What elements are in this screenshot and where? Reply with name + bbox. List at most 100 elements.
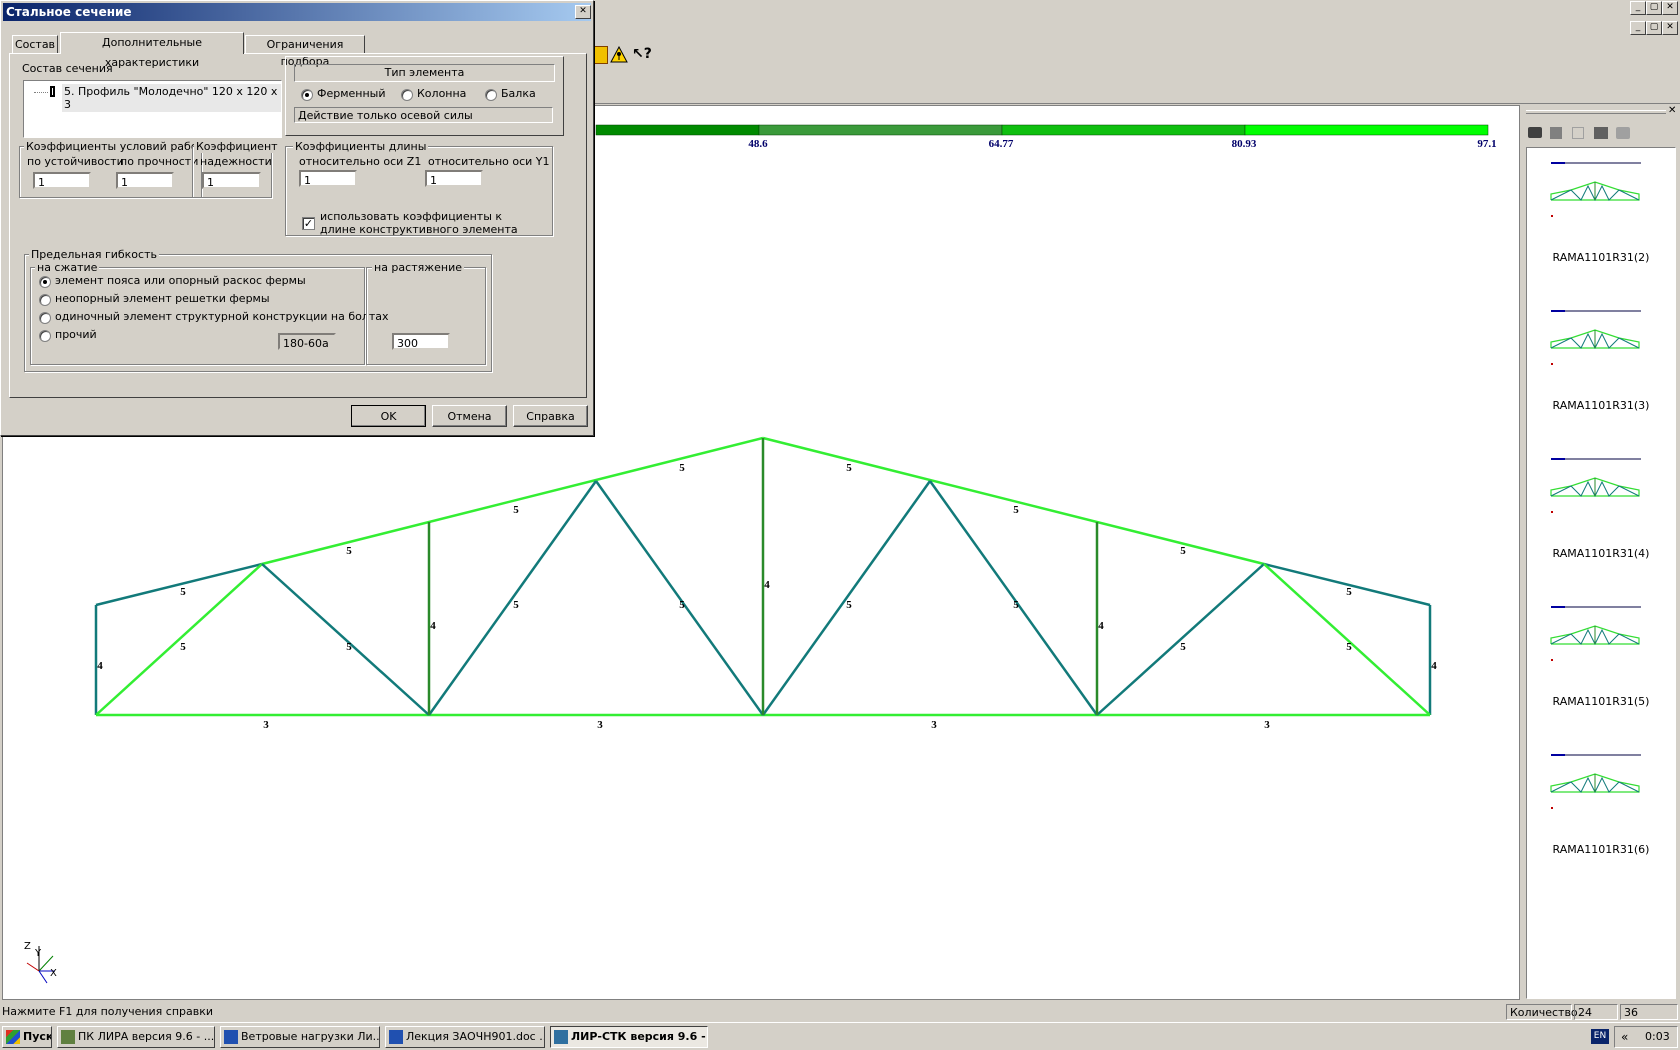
word-document-icon: [224, 1030, 238, 1044]
tab-additional-characteristics[interactable]: Дополнительные характеристики: [60, 32, 244, 69]
close-doc-button[interactable]: ✕: [1662, 21, 1678, 35]
context-help-icon[interactable]: ↖?: [632, 46, 652, 64]
thumb-red-dot: [1551, 363, 1553, 365]
save-icon[interactable]: [1550, 127, 1562, 139]
composition-item[interactable]: 5. Профиль "Молодечно" 120 х 120 х 3: [62, 84, 281, 112]
composition-list[interactable]: 5. Профиль "Молодечно" 120 х 120 х 3: [23, 80, 282, 138]
radio-column[interactable]: [401, 89, 413, 101]
label-diag-7: 5: [1180, 641, 1186, 653]
cancel-button[interactable]: Отмена: [432, 405, 507, 427]
paint-icon[interactable]: [594, 46, 608, 64]
scale-segment-3: [1001, 124, 1246, 136]
label-top-8: 5: [1346, 586, 1352, 598]
tension-group: [366, 267, 486, 365]
slenderness-title: Предельная гибкость: [29, 248, 159, 261]
right-panel-close-button[interactable]: ✕: [1668, 105, 1676, 116]
print-icon[interactable]: [1616, 127, 1630, 139]
right-panel-toolbar: [1528, 125, 1638, 143]
thumbnail-item-2[interactable]: RAMA1101R31(3): [1527, 296, 1675, 436]
restore-doc-button[interactable]: ▢: [1646, 21, 1662, 35]
label-diag-8: 5: [1346, 641, 1352, 653]
taskbar-button-lecture[interactable]: Лекция ЗАОЧН901.doc ...: [385, 1026, 545, 1048]
member-diag-7: [1096, 563, 1265, 716]
thumb-marker: [1551, 310, 1565, 312]
scale-segment-1: [595, 124, 760, 136]
clock[interactable]: 0:03: [1645, 1030, 1670, 1043]
radio-beam[interactable]: [485, 89, 497, 101]
radio-truss-element[interactable]: [301, 89, 313, 101]
axes-indicator: Z Y X: [24, 941, 57, 984]
thumbnail-label: RAMA1101R31(2): [1552, 251, 1650, 264]
label-top-3: 5: [513, 504, 519, 516]
image-icon[interactable]: [1594, 127, 1608, 139]
scale-label-3: 80.93: [1232, 138, 1257, 150]
radio-non-support-lattice[interactable]: [39, 294, 51, 306]
warning-figure-icon[interactable]: [610, 45, 628, 64]
axial-force-note-box: Действие только осевой силы: [294, 107, 553, 123]
thumb-marker: [1551, 162, 1565, 164]
compression-title: на сжатие: [35, 261, 100, 274]
structural-bolted-label: одиночный элемент структурной конструкци…: [55, 310, 389, 323]
axis-y-label: Y: [34, 948, 42, 959]
label-top-6: 5: [1013, 504, 1019, 516]
close-app-button[interactable]: ✕: [1662, 1, 1678, 15]
ok-button[interactable]: OK: [351, 405, 426, 427]
start-button[interactable]: Пуск: [2, 1026, 52, 1048]
count-value-1: 24: [1574, 1004, 1618, 1020]
steel-section-dialog: Стальное сечение ✕ Состав Дополнительные…: [0, 0, 594, 436]
scale-label-1: 48.6: [748, 138, 768, 150]
element-type-title-box: Тип элемента: [294, 64, 555, 82]
element-type-title: Тип элемента: [384, 66, 465, 79]
thumbnail-image: [1550, 754, 1641, 809]
minimize-doc-button[interactable]: _: [1630, 21, 1646, 35]
strength-coef-input[interactable]: 1: [116, 172, 174, 189]
camera-icon[interactable]: [1528, 127, 1542, 138]
thumbnail-item-1[interactable]: RAMA1101R31(2): [1527, 148, 1675, 288]
tray-chevron[interactable]: «: [1621, 1030, 1628, 1044]
restore-app-button[interactable]: ▢: [1646, 1, 1662, 15]
stability-coef-input[interactable]: 1: [33, 172, 91, 189]
thumbnail-item-3[interactable]: RAMA1101R31(4): [1527, 444, 1675, 584]
thumbnail-item-4[interactable]: RAMA1101R31(5): [1527, 592, 1675, 732]
compression-limit-field: 180-60a: [278, 333, 336, 350]
z1-label: относительно оси Z1: [299, 155, 422, 168]
label-bottom-2: 3: [597, 719, 603, 731]
radio-chord-or-support-brace[interactable]: [39, 276, 51, 288]
radio-other[interactable]: [39, 330, 51, 342]
tab-selection-constraints[interactable]: Ограничения подбора: [245, 35, 365, 68]
language-indicator[interactable]: EN: [1591, 1029, 1609, 1044]
dialog-close-button[interactable]: ✕: [575, 5, 591, 19]
use-length-coef-checkbox[interactable]: ✓: [302, 217, 315, 230]
label-vert-1: 4: [97, 660, 103, 672]
dialog-title-bar[interactable]: Стальное сечение ✕: [3, 3, 591, 21]
thumbnail-label: RAMA1101R31(4): [1552, 547, 1650, 560]
help-button[interactable]: Справка: [513, 405, 588, 427]
label-diag-5: 5: [846, 599, 852, 611]
taskbar-button-lira[interactable]: ПК ЛИРА версия 9.6 - ...: [57, 1026, 215, 1048]
other-label: прочий: [55, 328, 97, 341]
count-label: Количество: [1506, 1004, 1578, 1020]
tab-page: Состав сечения 5. Профиль "Молодечно" 12…: [9, 53, 587, 398]
radio-structural-bolted[interactable]: [39, 312, 51, 324]
stability-label: по устойчивости: [27, 155, 124, 168]
tension-limit-input[interactable]: 300: [392, 333, 450, 350]
scale-segment-2: [758, 124, 1003, 136]
thumbnail-list[interactable]: RAMA1101R31(2) RAMA1101R31(3) RAMA1101R3…: [1526, 147, 1676, 999]
thumbnail-image: [1550, 310, 1641, 365]
member-diag-4: [594, 480, 765, 716]
tab-composition[interactable]: Состав: [12, 35, 58, 53]
reliability-coef-input[interactable]: 1: [202, 172, 261, 189]
column-label: Колонна: [417, 87, 467, 100]
minimize-app-button[interactable]: _: [1630, 1, 1646, 15]
thumb-red-dot: [1551, 807, 1553, 809]
y1-coef-input[interactable]: 1: [425, 170, 483, 187]
status-bar: [0, 1002, 1680, 1022]
thumbnail-item-5[interactable]: RAMA1101R31(6): [1527, 740, 1675, 880]
taskbar-button-lir-stk[interactable]: ЛИР-СТК версия 9.6 - ...: [550, 1026, 708, 1048]
right-panel: ✕ RAMA1101R31(2) RAMA1101R31(3) RAMA1101…: [1522, 105, 1680, 1000]
z1-coef-input[interactable]: 1: [299, 170, 357, 187]
copy-icon[interactable]: [1572, 127, 1584, 139]
coef-length-title: Коэффициенты длины: [293, 140, 429, 153]
taskbar-button-label: ПК ЛИРА версия 9.6 - ...: [78, 1030, 215, 1043]
taskbar-button-wind-loads[interactable]: Ветровые нагрузки Ли...: [220, 1026, 380, 1048]
